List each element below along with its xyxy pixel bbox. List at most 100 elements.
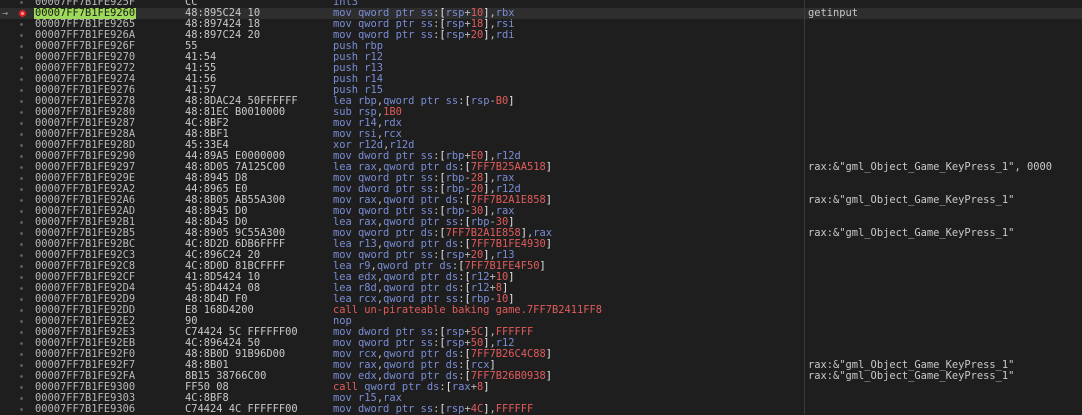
gutter-dot-icon[interactable] [20,298,23,301]
gutter-dot-icon[interactable] [20,342,23,345]
breakpoint-gutter[interactable] [0,349,33,360]
breakpoint-gutter[interactable] [0,228,33,239]
instruction-row[interactable]: 00007FF7B1FE925F CC int3 [0,0,1082,8]
breakpoint-gutter[interactable] [0,96,33,107]
gutter-dot-icon[interactable] [20,243,23,246]
comment-column-divider[interactable] [804,0,805,414]
breakpoint-gutter[interactable] [0,261,33,272]
instruction-row[interactable]: 00007FF7B1FE9276 41:57 push r15 [0,85,1082,96]
disassembly-view[interactable]: 00007FF7B1FE925F CC int3 → 00007FF7B1FE9260 4… [0,0,1082,415]
instruction-row[interactable]: 00007FF7B1FE9287 4C:8BF2 mov r14,rdx [0,118,1082,129]
gutter-dot-icon[interactable] [20,67,23,70]
breakpoint-gutter[interactable] [0,118,33,129]
gutter-dot-icon[interactable] [20,133,23,136]
breakpoint-gutter[interactable] [0,52,33,63]
instruction-row[interactable]: 00007FF7B1FE9270 41:54 push r12 [0,52,1082,63]
instruction-row[interactable]: 00007FF7B1FE9306 C74424 4C FFFFFF00 mov dw… [0,404,1082,415]
breakpoint-gutter[interactable] [0,63,33,74]
instruction-row[interactable]: 00007FF7B1FE9278 48:8DAC24 50FFFFFF lea rb… [0,96,1082,107]
instruction-row[interactable]: 00007FF7B1FE92A6 48:8B05 AB55A300 mov rax,… [0,195,1082,206]
breakpoint-gutter[interactable] [0,371,33,382]
gutter-dot-icon[interactable] [20,45,23,48]
gutter-dot-icon[interactable] [20,1,23,4]
breakpoint-gutter[interactable] [0,30,33,41]
breakpoint-gutter[interactable] [0,305,33,316]
gutter-dot-icon[interactable] [20,254,23,257]
breakpoint-gutter[interactable] [0,173,33,184]
instruction-row[interactable]: 00007FF7B1FE926F 55 push rbp [0,41,1082,52]
breakpoint-gutter[interactable] [0,327,33,338]
gutter-dot-icon[interactable] [20,155,23,158]
breakpoint-icon[interactable] [19,10,26,17]
gutter-dot-icon[interactable] [20,122,23,125]
breakpoint-gutter[interactable] [0,140,33,151]
instruction-row[interactable]: 00007FF7B1FE92AD 48:8945 D0 mov qword ptr … [0,206,1082,217]
breakpoint-gutter[interactable] [0,85,33,96]
breakpoint-gutter[interactable] [0,272,33,283]
breakpoint-gutter[interactable] [0,360,33,371]
instruction-row[interactable]: 00007FF7B1FE92C8 4C:8D0D 81BCFFFF lea r9,q… [0,261,1082,272]
breakpoint-gutter[interactable] [0,382,33,393]
breakpoint-gutter[interactable] [0,41,33,52]
instruction-row[interactable]: 00007FF7B1FE9280 48:81EC B0010000 sub rsp,… [0,107,1082,118]
gutter-dot-icon[interactable] [20,34,23,37]
breakpoint-gutter[interactable] [0,107,33,118]
instruction-row[interactable]: 00007FF7B1FE9274 41:56 push r14 [0,74,1082,85]
breakpoint-gutter[interactable] [0,316,33,327]
gutter-dot-icon[interactable] [20,166,23,169]
instruction-row[interactable]: 00007FF7B1FE92CF 41:8D5424 10 lea edx,qwor… [0,272,1082,283]
breakpoint-gutter[interactable] [0,294,33,305]
instruction-row[interactable]: 00007FF7B1FE929E 48:8945 D8 mov qword ptr … [0,173,1082,184]
breakpoint-gutter[interactable] [0,129,33,140]
instruction-row[interactable]: 00007FF7B1FE92BC 4C:8D2D 6DB6FFFF lea r13,… [0,239,1082,250]
gutter-dot-icon[interactable] [20,23,23,26]
gutter-dot-icon[interactable] [20,232,23,235]
breakpoint-gutter[interactable] [0,283,33,294]
instruction-row[interactable]: 00007FF7B1FE9297 48:8D05 7A125C00 lea rax,… [0,162,1082,173]
gutter-dot-icon[interactable] [20,276,23,279]
instruction-row[interactable]: 00007FF7B1FE9303 4C:8BF8 mov r15,rax [0,393,1082,404]
breakpoint-gutter[interactable] [0,404,33,415]
instruction-row[interactable]: 00007FF7B1FE9272 41:55 push r13 [0,63,1082,74]
instruction-row[interactable]: 00007FF7B1FE9265 48:897424 18 mov qword pt… [0,19,1082,30]
gutter-dot-icon[interactable] [20,287,23,290]
breakpoint-gutter[interactable] [0,217,33,228]
gutter-dot-icon[interactable] [20,111,23,114]
breakpoint-gutter[interactable] [0,250,33,261]
instruction-row[interactable]: → 00007FF7B1FE9260 48:895C24 10 mov qword p… [0,8,1082,19]
gutter-dot-icon[interactable] [20,89,23,92]
breakpoint-gutter[interactable] [0,206,33,217]
breakpoint-gutter[interactable] [0,239,33,250]
gutter-dot-icon[interactable] [20,375,23,378]
breakpoint-gutter[interactable] [0,195,33,206]
gutter-dot-icon[interactable] [20,397,23,400]
instruction-row[interactable]: 00007FF7B1FE92E3 C74424 5C FFFFFF00 mov dw… [0,327,1082,338]
instruction-row[interactable]: 00007FF7B1FE92D4 45:8D4424 08 lea r8d,qwor… [0,283,1082,294]
gutter-dot-icon[interactable] [20,177,23,180]
breakpoint-gutter[interactable] [0,162,33,173]
instruction-row[interactable]: 00007FF7B1FE928D 45:33E4 xor r12d,r12d [0,140,1082,151]
gutter-dot-icon[interactable] [20,210,23,213]
gutter-dot-icon[interactable] [20,309,23,312]
gutter-dot-icon[interactable] [20,386,23,389]
gutter-dot-icon[interactable] [20,331,23,334]
breakpoint-gutter[interactable] [0,393,33,404]
gutter-dot-icon[interactable] [20,100,23,103]
gutter-dot-icon[interactable] [20,265,23,268]
gutter-dot-icon[interactable] [20,364,23,367]
instruction-row[interactable]: 00007FF7B1FE9300 FF50 08 call qword ptr ds… [0,382,1082,393]
breakpoint-gutter[interactable] [0,19,33,30]
breakpoint-gutter[interactable] [0,184,33,195]
address[interactable]: 00007FF7B1FE9306 [34,404,136,415]
gutter-dot-icon[interactable] [20,144,23,147]
gutter-dot-icon[interactable] [20,353,23,356]
instruction-row[interactable]: 00007FF7B1FE92E2 90 nop [0,316,1082,327]
breakpoint-gutter[interactable] [0,0,33,8]
gutter-dot-icon[interactable] [20,221,23,224]
instruction-row[interactable]: 00007FF7B1FE926A 48:897C24 20 mov qword pt… [0,30,1082,41]
breakpoint-gutter[interactable] [0,74,33,85]
gutter-dot-icon[interactable] [20,56,23,59]
gutter-dot-icon[interactable] [20,78,23,81]
instruction-row[interactable]: 00007FF7B1FE92FA 8B15 38766C00 mov edx,dwo… [0,371,1082,382]
gutter-dot-icon[interactable] [20,408,23,411]
